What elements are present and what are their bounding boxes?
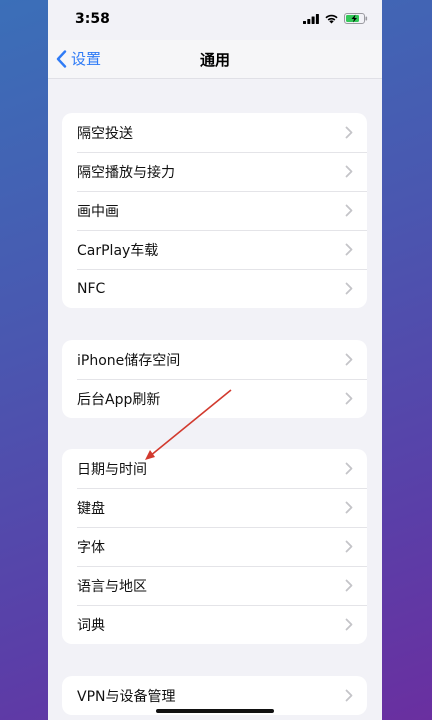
status-time: 3:58 bbox=[75, 11, 110, 27]
settings-group-locale: 日期与时间 键盘 字体 语言与地区 词典 bbox=[62, 449, 367, 644]
chevron-right-icon bbox=[345, 501, 353, 514]
phone-screen: 3:58 设置 通用 隔空投送 隔空播放与接力 画中画 CarPlay车载 NF… bbox=[48, 0, 382, 720]
row-language-region[interactable]: 语言与地区 bbox=[62, 566, 367, 605]
row-fonts[interactable]: 字体 bbox=[62, 527, 367, 566]
row-background-app-refresh[interactable]: 后台App刷新 bbox=[62, 379, 367, 418]
row-keyboard[interactable]: 键盘 bbox=[62, 488, 367, 527]
row-label: 画中画 bbox=[77, 203, 119, 220]
row-iphone-storage[interactable]: iPhone储存空间 bbox=[62, 340, 367, 379]
chevron-right-icon bbox=[345, 165, 353, 178]
row-label: CarPlay车载 bbox=[77, 242, 159, 259]
cellular-signal-icon bbox=[303, 13, 319, 24]
row-airplay-handoff[interactable]: 隔空播放与接力 bbox=[62, 152, 367, 191]
row-nfc[interactable]: NFC bbox=[62, 269, 367, 308]
row-label: 字体 bbox=[77, 539, 105, 556]
chevron-right-icon bbox=[345, 540, 353, 553]
row-label: NFC bbox=[77, 280, 106, 297]
row-label: 隔空投送 bbox=[77, 125, 133, 142]
chevron-right-icon bbox=[345, 579, 353, 592]
chevron-right-icon bbox=[345, 243, 353, 256]
row-dictionary[interactable]: 词典 bbox=[62, 605, 367, 644]
settings-group-storage: iPhone储存空间 后台App刷新 bbox=[62, 340, 367, 418]
chevron-right-icon bbox=[345, 126, 353, 139]
row-label: 隔空播放与接力 bbox=[77, 164, 175, 181]
chevron-right-icon bbox=[345, 204, 353, 217]
row-label: 语言与地区 bbox=[77, 578, 147, 595]
chevron-right-icon bbox=[345, 618, 353, 631]
chevron-right-icon bbox=[345, 462, 353, 475]
row-picture-in-picture[interactable]: 画中画 bbox=[62, 191, 367, 230]
row-label: iPhone储存空间 bbox=[77, 352, 181, 369]
wifi-icon bbox=[325, 14, 338, 24]
navigation-bar: 设置 通用 bbox=[48, 40, 382, 79]
settings-group-sharing: 隔空投送 隔空播放与接力 画中画 CarPlay车载 NFC bbox=[62, 113, 367, 308]
row-label: 词典 bbox=[77, 617, 105, 634]
home-indicator[interactable] bbox=[156, 709, 274, 713]
row-label: 日期与时间 bbox=[77, 461, 147, 478]
status-icons bbox=[303, 13, 368, 24]
status-bar: 3:58 bbox=[48, 0, 382, 40]
chevron-right-icon bbox=[345, 282, 353, 295]
battery-charging-icon bbox=[344, 13, 368, 24]
chevron-right-icon bbox=[345, 392, 353, 405]
row-label: 后台App刷新 bbox=[77, 391, 161, 408]
row-label: VPN与设备管理 bbox=[77, 688, 176, 705]
chevron-right-icon bbox=[345, 689, 353, 702]
row-airdrop[interactable]: 隔空投送 bbox=[62, 113, 367, 152]
chevron-right-icon bbox=[345, 353, 353, 366]
row-date-time[interactable]: 日期与时间 bbox=[62, 449, 367, 488]
row-carplay[interactable]: CarPlay车载 bbox=[62, 230, 367, 269]
row-label: 键盘 bbox=[77, 500, 105, 517]
page-title: 通用 bbox=[199, 51, 230, 69]
